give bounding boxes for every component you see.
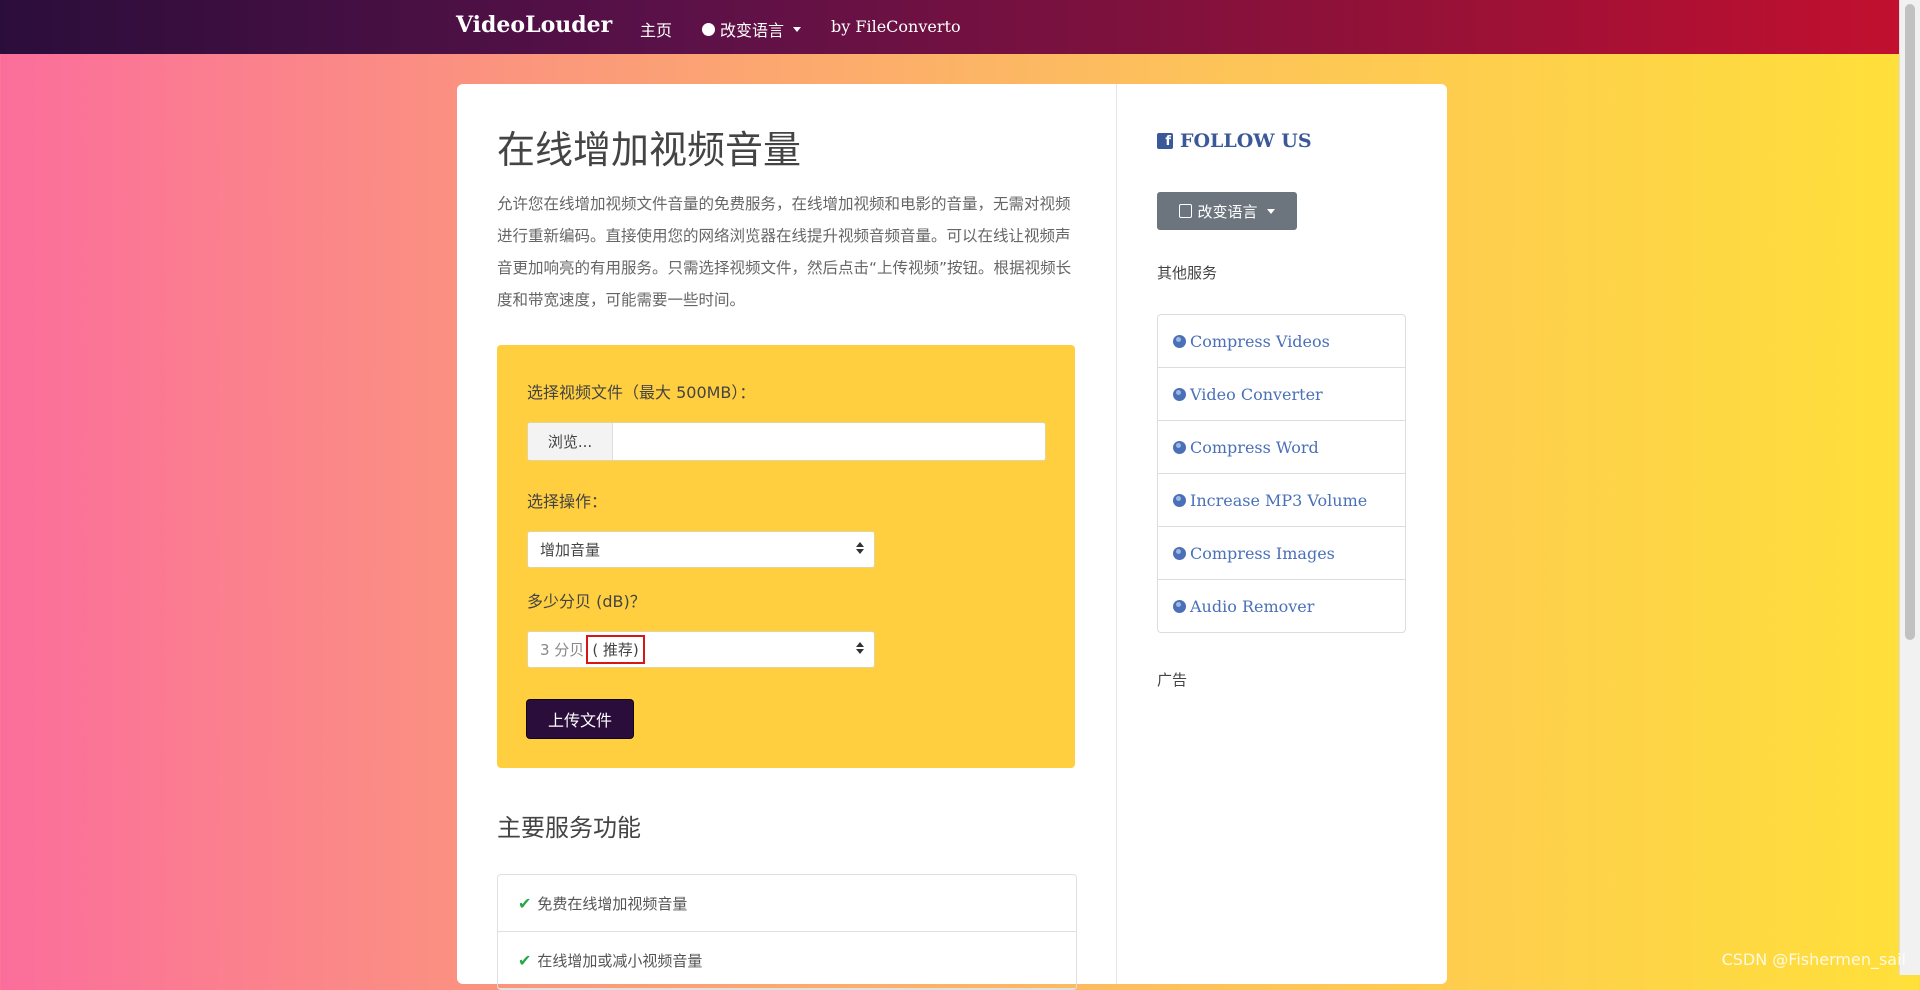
service-link-compress-word[interactable]: Compress Word: [1158, 421, 1405, 474]
content-card: 在线增加视频音量 允许您在线增加视频文件音量的免费服务，在线增加视频和电影的音量…: [457, 84, 1447, 990]
vertical-scrollbar[interactable]: [1899, 0, 1920, 975]
chevron-down-icon: [793, 26, 802, 32]
globe-icon: [1173, 334, 1186, 348]
service-link-compress-videos[interactable]: Compress Videos: [1158, 315, 1405, 368]
brand-logo[interactable]: VideoLouder: [456, 12, 612, 38]
check-icon: ✔: [518, 893, 532, 913]
other-services-label: 其他服务: [1157, 264, 1218, 282]
chevron-down-icon: [1266, 208, 1275, 214]
db-select[interactable]: 3 分贝 ( 推荐): [527, 631, 875, 668]
db-label: 多少分贝 (dB)？: [527, 592, 646, 611]
db-select-value: 3 分贝: [540, 641, 585, 659]
operation-select[interactable]: 增加音量: [527, 531, 875, 568]
file-input[interactable]: 浏览...: [527, 422, 1046, 461]
service-link-audio-remover[interactable]: Audio Remover: [1158, 580, 1405, 632]
check-icon: ✔: [518, 950, 532, 970]
upload-form: 选择视频文件（最大 500MB）： 浏览... 选择操作： 增加音量 多少分贝 …: [497, 345, 1075, 768]
features-list: ✔ 免费在线增加视频音量 ✔ 在线增加或减小视频音量: [497, 874, 1077, 990]
list-item: ✔ 免费在线增加视频音量: [498, 875, 1076, 932]
top-navbar: VideoLouder 主页 改变语言 by FileConverto: [0, 0, 1900, 54]
column-divider: [1116, 84, 1117, 984]
feature-text: 免费在线增加视频音量: [537, 894, 688, 913]
facebook-icon: f: [1157, 133, 1173, 149]
feature-text: 在线增加或减小视频音量: [537, 951, 703, 970]
follow-us-label: FOLLOW US: [1180, 130, 1312, 152]
watermark: CSDN @Fishermen_sail: [1721, 950, 1906, 969]
scrollbar-thumb[interactable]: [1905, 4, 1915, 640]
service-label: Compress Images: [1190, 543, 1335, 563]
services-list: Compress Videos Video Converter Compress…: [1157, 314, 1406, 633]
nav-language-dropdown[interactable]: 改变语言: [702, 17, 802, 41]
service-label: Compress Videos: [1190, 331, 1330, 351]
upload-button[interactable]: 上传文件: [527, 700, 633, 738]
service-link-video-converter[interactable]: Video Converter: [1158, 368, 1405, 421]
service-label: Audio Remover: [1190, 596, 1315, 616]
ads-label: 广告: [1157, 671, 1188, 689]
follow-us-link[interactable]: f FOLLOW US: [1157, 130, 1312, 152]
service-label: Compress Word: [1190, 437, 1319, 457]
globe-icon: [1173, 599, 1186, 613]
service-link-increase-mp3-volume[interactable]: Increase MP3 Volume: [1158, 474, 1405, 527]
browse-button[interactable]: 浏览...: [528, 423, 613, 460]
nav-home-link[interactable]: 主页: [640, 17, 672, 41]
translate-icon: [1179, 204, 1193, 218]
file-name-field[interactable]: [613, 423, 1045, 460]
list-item: ✔ 在线增加或减小视频音量: [498, 932, 1076, 989]
operation-label: 选择操作：: [527, 492, 608, 511]
globe-icon: [1173, 387, 1186, 401]
globe-icon: [1173, 440, 1186, 454]
language-button-label: 改变语言: [1197, 203, 1258, 221]
nav-language-label: 改变语言: [720, 21, 785, 40]
features-title: 主要服务功能: [497, 814, 641, 842]
select-arrows-icon: [856, 542, 864, 554]
file-label: 选择视频文件（最大 500MB）：: [527, 383, 756, 402]
service-link-compress-images[interactable]: Compress Images: [1158, 527, 1405, 580]
service-label: Increase MP3 Volume: [1190, 490, 1368, 510]
page-description: 允许您在线增加视频文件音量的免费服务，在线增加视频和电影的音量，无需对视频进行重…: [497, 195, 1072, 309]
select-arrows-icon: [856, 642, 864, 654]
operation-select-value: 增加音量: [540, 541, 601, 559]
language-dropdown-button[interactable]: 改变语言: [1157, 192, 1297, 230]
service-label: Video Converter: [1190, 384, 1323, 404]
page-title: 在线增加视频音量: [497, 128, 802, 172]
recommended-tag: ( 推荐): [586, 635, 645, 664]
globe-icon: [702, 22, 715, 36]
globe-icon: [1173, 546, 1186, 560]
globe-icon: [1173, 493, 1186, 507]
nav-by-link[interactable]: by FileConverto: [831, 17, 961, 36]
